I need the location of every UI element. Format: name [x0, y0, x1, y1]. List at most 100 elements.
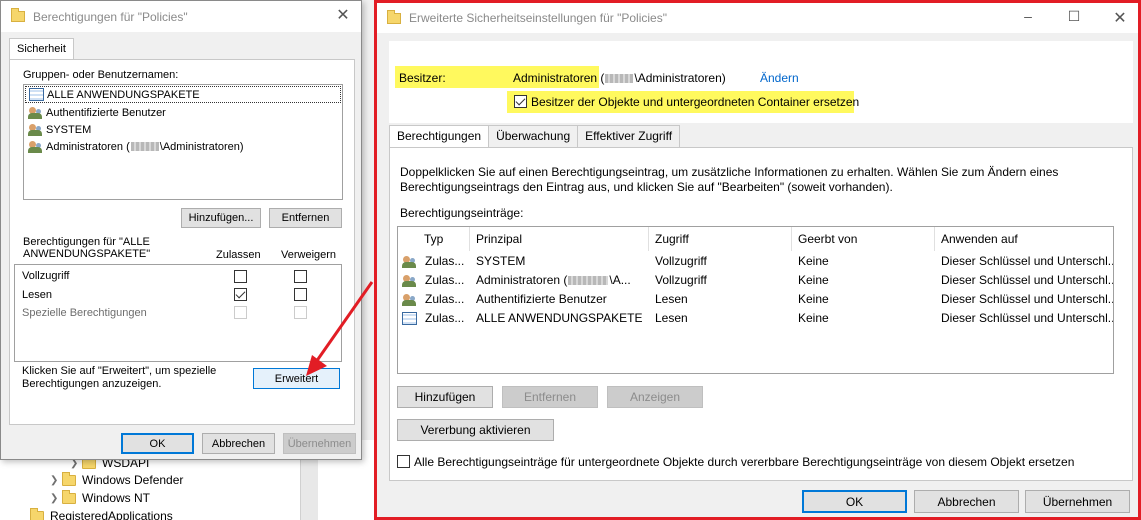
close-icon[interactable]: ✕: [333, 7, 353, 25]
users-icon: [402, 293, 417, 306]
group-name: ALLE ANWENDUNGSPAKETE: [47, 88, 200, 101]
deny-special-checkbox: [294, 306, 307, 319]
deny-column-header: Verweigern: [281, 249, 337, 261]
column-header-inherited[interactable]: Geerbt von: [792, 227, 935, 251]
cell-access: Vollzugriff: [655, 254, 707, 268]
cell-access: Lesen: [655, 292, 688, 306]
advanced-hint-line2: Berechtigungen anzuzeigen.: [22, 378, 162, 390]
column-header-applies-to[interactable]: Anwenden auf: [935, 227, 1113, 251]
principal-prefix: Administratoren (: [476, 273, 568, 287]
package-icon: [402, 312, 417, 325]
list-item[interactable]: SYSTEM: [24, 121, 342, 138]
background-window-edge: [362, 0, 374, 440]
users-icon: [28, 106, 43, 119]
entries-label: Berechtigungseinträge:: [400, 206, 524, 220]
cell-applies-to: Dieser Schlüssel und Unterschl...: [941, 254, 1113, 268]
cell-inherited: Keine: [798, 254, 829, 268]
cell-access: Vollzugriff: [655, 273, 707, 287]
table-row[interactable]: Zulas... SYSTEM Vollzugriff Keine Dieser…: [398, 252, 1113, 271]
tree-item-windows-defender[interactable]: ❯ Windows Defender: [50, 471, 183, 489]
deny-read-checkbox[interactable]: [294, 288, 307, 301]
group-name-prefix: Administratoren (: [46, 140, 130, 153]
ok-button[interactable]: OK: [121, 433, 194, 454]
groups-listbox[interactable]: ALLE ANWENDUNGSPAKETE Authentifizierte B…: [23, 84, 343, 200]
replace-child-entries-label[interactable]: Alle Berechtigungseinträge für untergeor…: [414, 455, 1074, 469]
cancel-button[interactable]: Abbrechen: [914, 490, 1019, 513]
permission-label: Vollzugriff: [22, 270, 70, 282]
replace-owner-checkbox[interactable]: [514, 95, 527, 108]
change-owner-link[interactable]: Ändern: [760, 71, 799, 85]
cell-inherited: Keine: [798, 292, 829, 306]
tab-effective-access[interactable]: Effektiver Zugriff: [577, 125, 681, 147]
cell-applies-to: Dieser Schlüssel und Unterschl...: [941, 273, 1113, 287]
owner-name-prefix: Administratoren (: [513, 71, 605, 85]
group-name: SYSTEM: [46, 123, 92, 136]
allow-fullcontrol-checkbox[interactable]: [234, 270, 247, 283]
apply-button[interactable]: Übernehmen: [1025, 490, 1130, 513]
folder-icon: [387, 9, 401, 24]
chevron-right-icon[interactable]: ❯: [50, 475, 62, 486]
table-row[interactable]: Zulas... ALLE ANWENDUNGSPAKETE Lesen Kei…: [398, 309, 1113, 328]
tree-item-windows-nt[interactable]: ❯ Windows NT: [50, 489, 150, 507]
replace-child-entries-checkbox[interactable]: [397, 455, 410, 468]
list-item[interactable]: ALLE ANWENDUNGSPAKETE: [25, 86, 341, 103]
groups-label: Gruppen- oder Benutzernamen:: [23, 69, 179, 81]
cell-type: Zulas...: [425, 273, 465, 287]
add-button[interactable]: Hinzufügen: [397, 386, 493, 408]
add-button[interactable]: Hinzufügen...: [181, 208, 261, 228]
permissions-for-label-line2: ANWENDUNGSPAKETE": [23, 248, 151, 260]
tab-auditing[interactable]: Überwachung: [488, 125, 579, 147]
info-text-line2: Berechtigungseintrags den Eintrag aus, u…: [400, 180, 893, 194]
users-icon: [402, 255, 417, 268]
redacted-computer-name: [568, 276, 609, 286]
cell-applies-to: Dieser Schlüssel und Unterschl...: [941, 311, 1113, 325]
cancel-button[interactable]: Abbrechen: [202, 433, 275, 454]
cell-principal: SYSTEM: [476, 254, 526, 268]
table-row[interactable]: Zulas... Authentifizierte Benutzer Lesen…: [398, 290, 1113, 309]
cell-type: Zulas...: [425, 254, 465, 268]
allow-column-header: Zulassen: [216, 249, 261, 261]
replace-owner-label[interactable]: Besitzer der Objekte und untergeordneten…: [531, 95, 859, 109]
apply-button: Übernehmen: [283, 433, 356, 454]
chevron-right-icon[interactable]: ❯: [50, 493, 62, 504]
owner-label: Besitzer:: [399, 71, 446, 85]
group-name-suffix: \Administratoren): [159, 140, 244, 153]
maximize-icon[interactable]: ☐: [1064, 8, 1084, 25]
close-icon[interactable]: ✕: [1110, 8, 1130, 28]
cell-principal: Administratoren ( \A...: [476, 271, 646, 290]
remove-button[interactable]: Entfernen: [269, 208, 342, 228]
folder-icon: [62, 489, 76, 504]
tree-item-registered-applications[interactable]: RegisteredApplications: [18, 507, 173, 520]
remove-button: Entfernen: [502, 386, 598, 408]
tab-permissions[interactable]: Berechtigungen: [389, 125, 490, 148]
permission-entries-table[interactable]: Typ Prinzipal Zugriff Geerbt von Anwende…: [397, 226, 1114, 374]
enable-inheritance-button[interactable]: Vererbung aktivieren: [397, 419, 554, 441]
advanced-button[interactable]: Erweitert: [253, 368, 340, 389]
advanced-dialog-titlebar[interactable]: Erweiterte Sicherheitseinstellungen für …: [377, 3, 1138, 33]
cell-access: Lesen: [655, 311, 688, 325]
table-row[interactable]: Zulas... Administratoren ( \A... Vollzugr…: [398, 271, 1113, 290]
list-item[interactable]: Administratoren ( \Administratoren): [24, 138, 342, 155]
folder-icon: [11, 8, 25, 22]
minimize-icon[interactable]: –: [1018, 8, 1038, 24]
redacted-computer-name: [130, 142, 159, 151]
cell-inherited: Keine: [798, 273, 829, 287]
ok-button[interactable]: OK: [802, 490, 907, 513]
column-header-access[interactable]: Zugriff: [649, 227, 792, 251]
users-icon: [28, 140, 43, 153]
tree-item-label: RegisteredApplications: [50, 509, 173, 520]
permissions-dialog-titlebar[interactable]: Berechtigungen für "Policies" ✕: [1, 1, 361, 32]
allow-read-checkbox[interactable]: [234, 288, 247, 301]
info-text: Doppelklicken Sie auf einen Berechtigung…: [400, 165, 1059, 179]
list-item[interactable]: Authentifizierte Benutzer: [24, 104, 342, 121]
window-title: Erweiterte Sicherheitseinstellungen für …: [409, 11, 667, 25]
tree-item-label: Windows Defender: [82, 473, 184, 487]
deny-fullcontrol-checkbox[interactable]: [294, 270, 307, 283]
advanced-security-dialog: Erweiterte Sicherheitseinstellungen für …: [374, 0, 1141, 520]
principal-suffix: \A...: [609, 273, 631, 287]
owner-section: Besitzer: Administratoren (\Administrato…: [389, 41, 1133, 123]
column-header-type[interactable]: Typ: [398, 227, 470, 251]
tab-security[interactable]: Sicherheit: [9, 38, 74, 59]
permissions-dialog: Berechtigungen für "Policies" ✕ Sicherhe…: [0, 0, 362, 460]
column-header-principal[interactable]: Prinzipal: [470, 227, 649, 251]
